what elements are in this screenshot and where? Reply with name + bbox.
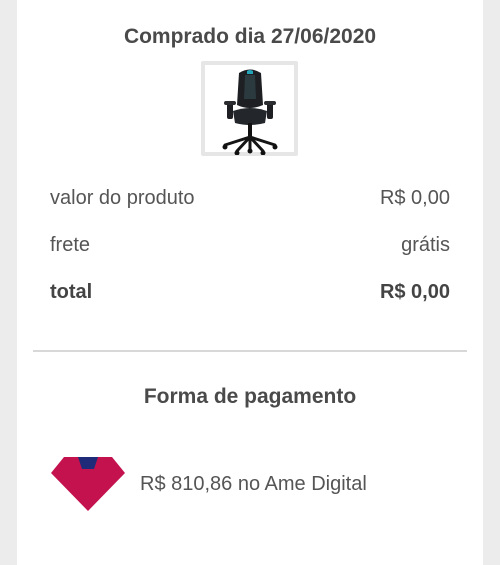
payment-section-title: Forma de pagamento	[143, 385, 357, 408]
summary-row-label: total	[50, 281, 93, 303]
product-thumbnail[interactable]	[201, 61, 298, 156]
summary-row-label: valor do produto	[50, 187, 195, 209]
section-divider	[33, 350, 467, 352]
order-details-card: Comprado dia 27/06/2020 valor do produto…	[17, 0, 483, 565]
payment-method-row: R$ 810,86 no Ame Digital	[50, 455, 470, 515]
summary-row-value: R$ 0,00	[379, 187, 450, 209]
payment-method-text: R$ 810,86 no Ame Digital	[140, 473, 367, 495]
gaming-chair-icon	[222, 69, 278, 155]
summary-row-label: frete	[50, 234, 91, 256]
ame-digital-logo	[51, 457, 125, 511]
summary-row-value: grátis	[401, 234, 450, 256]
purchase-date-title: Comprado dia 27/06/2020	[123, 25, 377, 48]
summary-row-value: R$ 0,00	[379, 281, 450, 303]
